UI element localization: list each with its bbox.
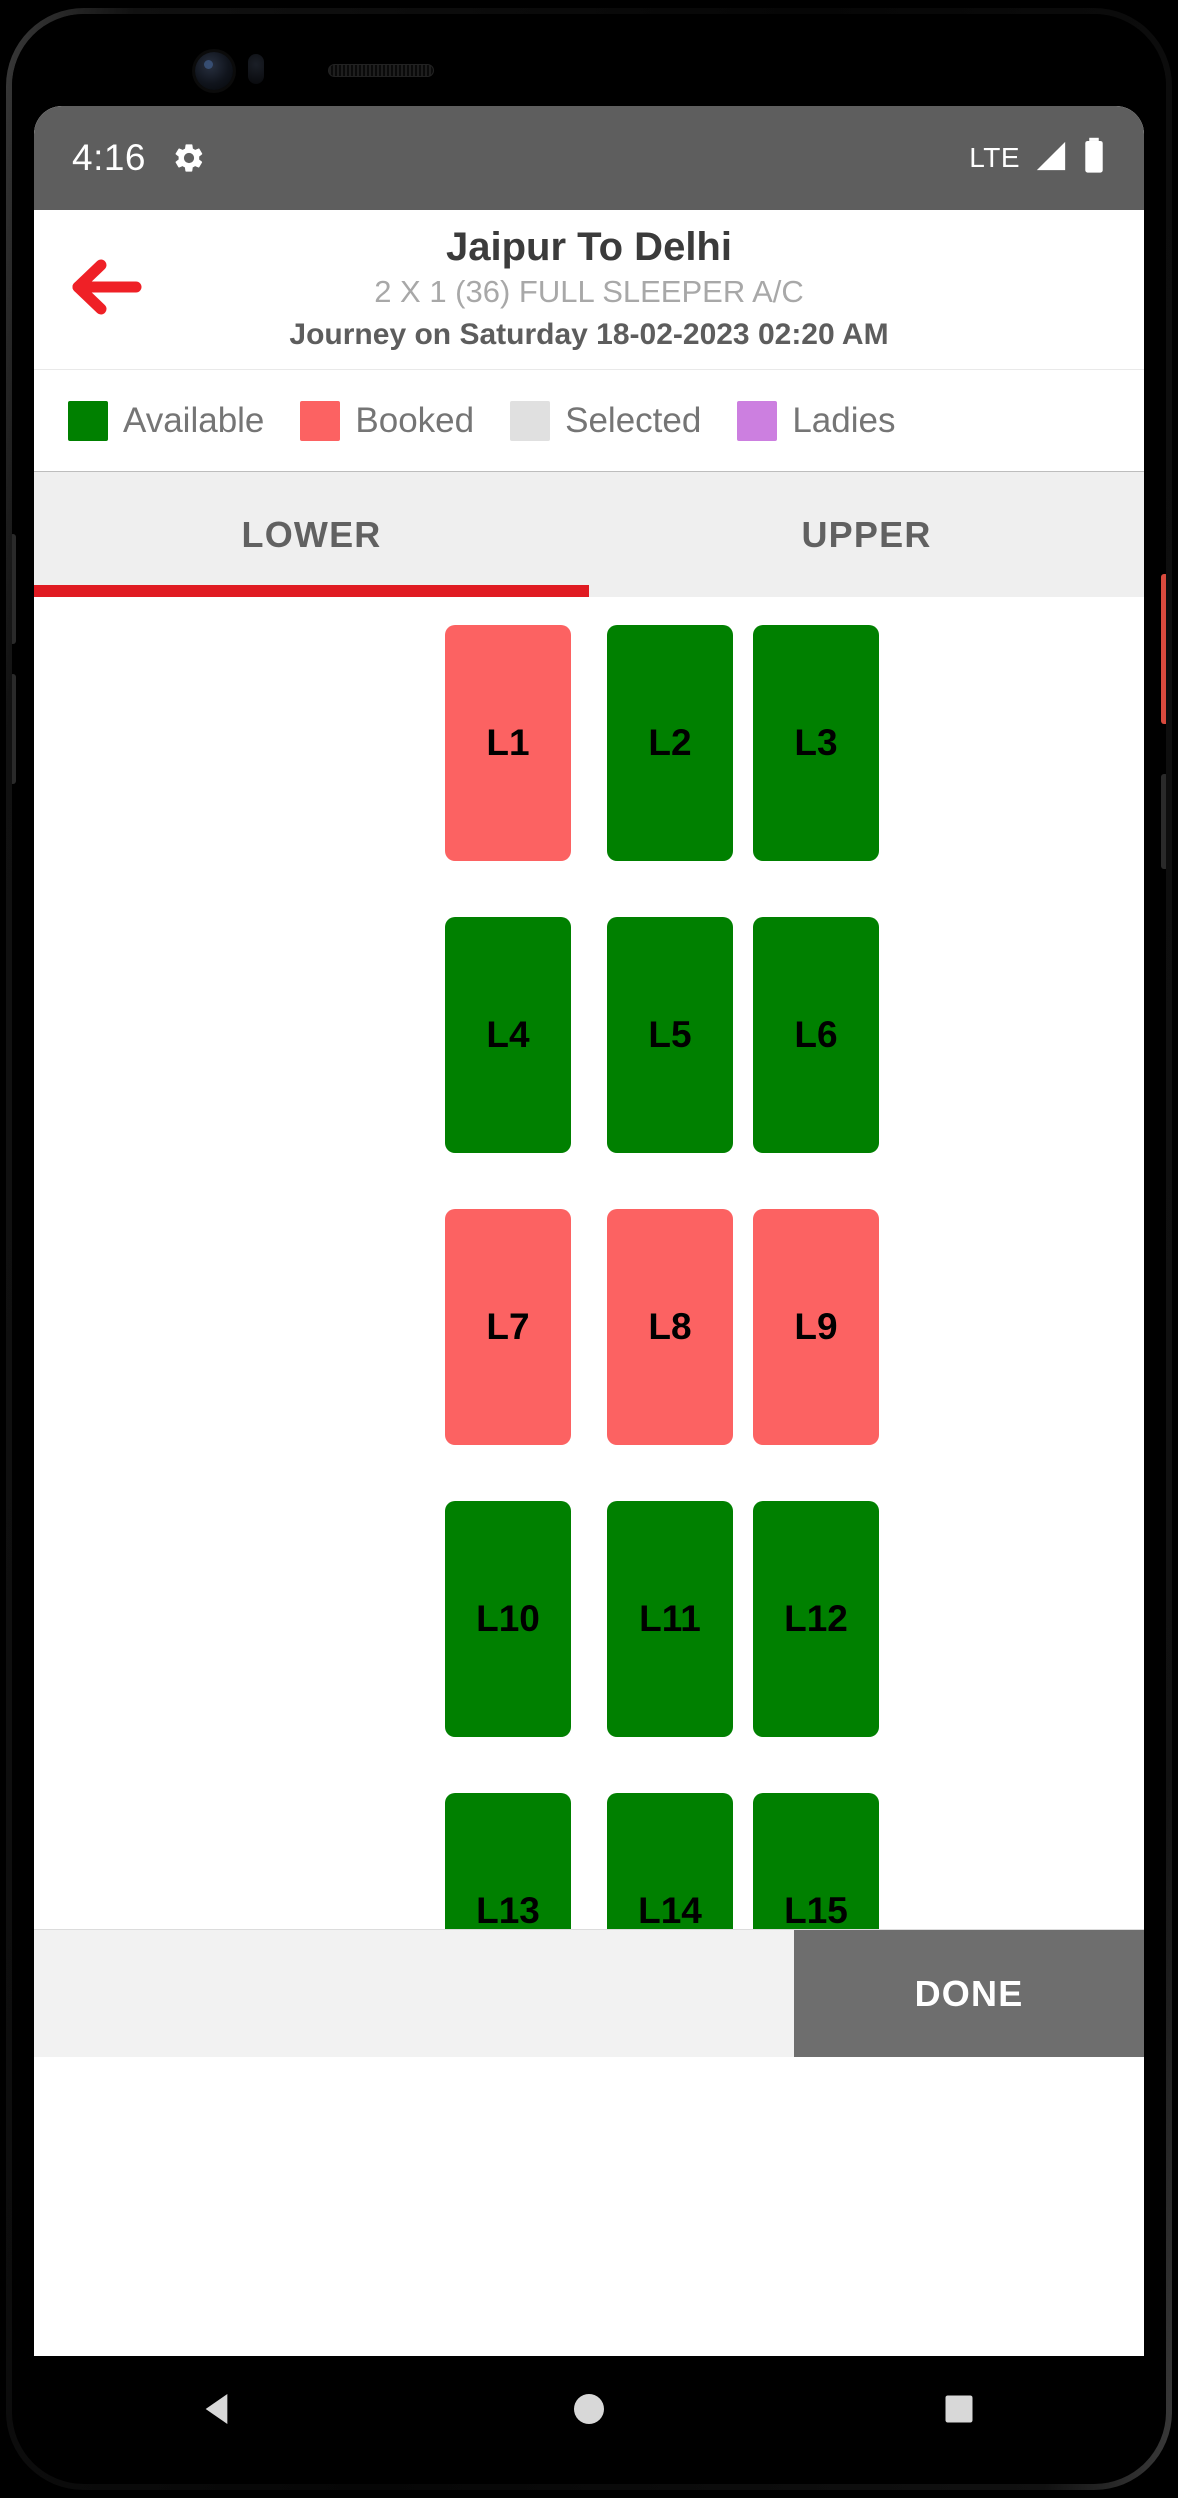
legend-label-ladies: Ladies <box>792 400 896 440</box>
seat-L6[interactable]: L6 <box>753 917 879 1153</box>
nav-recents-button[interactable] <box>899 2381 1019 2441</box>
signal-bars-icon <box>1032 139 1070 178</box>
seat-column-left: L4 <box>34 917 589 1153</box>
app-header: Jaipur To Delhi 2 X 1 (36) FULL SLEEPER … <box>34 210 1144 370</box>
phone-frame: 4:16 LTE Jaipur To Delhi 2 X 1 (36) FULL… <box>6 8 1172 2490</box>
journey-info-label: Journey on Saturday 18-02-2023 02:20 AM <box>289 318 889 352</box>
legend-item-ladies: Ladies <box>737 400 896 441</box>
status-bar-left: 4:16 <box>72 137 206 179</box>
app-screen: 4:16 LTE Jaipur To Delhi 2 X 1 (36) FULL… <box>34 106 1144 2356</box>
bus-type-label: 2 X 1 (36) FULL SLEEPER A/C <box>374 274 804 309</box>
network-type-label: LTE <box>969 142 1020 173</box>
seat-legend: Available Booked Selected Ladies <box>34 370 1144 472</box>
seat-column-right: L8 L9 <box>589 1209 1144 1445</box>
tab-active-indicator <box>34 585 589 597</box>
status-clock: 4:16 <box>72 137 147 178</box>
header-title-block: Jaipur To Delhi 2 X 1 (36) FULL SLEEPER … <box>34 225 1144 354</box>
back-button[interactable] <box>62 247 148 333</box>
seat-L1[interactable]: L1 <box>445 625 571 861</box>
legend-swatch-booked <box>300 400 341 441</box>
legend-swatch-available <box>68 400 108 441</box>
nav-home-button[interactable] <box>529 2381 649 2441</box>
proximity-sensor-icon <box>248 54 264 84</box>
circle-home-icon <box>569 2389 609 2434</box>
seat-column-right: L11 L12 <box>589 1501 1144 1737</box>
page-title: Jaipur To Delhi <box>446 225 732 270</box>
seat-L2[interactable]: L2 <box>607 625 733 861</box>
phone-screen-housing: 4:16 LTE Jaipur To Delhi 2 X 1 (36) FULL… <box>12 14 1166 2484</box>
seat-L4[interactable]: L4 <box>445 917 571 1153</box>
triangle-back-icon <box>199 2389 239 2434</box>
volume-button[interactable] <box>1161 574 1166 724</box>
tab-upper[interactable]: UPPER <box>589 472 1144 597</box>
legend-label-available: Available <box>123 400 265 440</box>
seat-column-left: L10 <box>34 1501 589 1737</box>
android-nav-bar <box>34 2356 1144 2466</box>
seat-column-right: L5 L6 <box>589 917 1144 1153</box>
legend-item-selected: Selected <box>510 400 702 441</box>
legend-swatch-ladies <box>737 400 778 441</box>
seat-L9[interactable]: L9 <box>753 1209 879 1445</box>
done-button[interactable]: DONE <box>794 1930 1144 2057</box>
seat-L12[interactable]: L12 <box>753 1501 879 1737</box>
tab-lower[interactable]: LOWER <box>34 472 589 597</box>
earpiece-speaker <box>328 64 434 77</box>
seat-row: L7 L8 L9 <box>34 1181 1144 1473</box>
legend-label-selected: Selected <box>565 400 702 440</box>
front-camera-icon <box>195 52 233 90</box>
square-recents-icon <box>941 2391 977 2432</box>
legend-swatch-selected <box>510 400 551 441</box>
legend-item-available: Available <box>68 400 265 441</box>
seat-row: L4 L5 L6 <box>34 889 1144 1181</box>
legend-label-booked: Booked <box>355 400 475 440</box>
seat-column-left: L7 <box>34 1209 589 1445</box>
seat-L11[interactable]: L11 <box>607 1501 733 1737</box>
seat-L10[interactable]: L10 <box>445 1501 571 1737</box>
status-bar: 4:16 LTE <box>34 106 1144 210</box>
nav-back-button[interactable] <box>159 2381 279 2441</box>
seat-column-right: L2 L3 <box>589 625 1144 861</box>
seat-L8[interactable]: L8 <box>607 1209 733 1445</box>
legend-item-booked: Booked <box>300 400 475 441</box>
notch-area <box>12 14 1166 106</box>
gear-icon[interactable] <box>172 141 206 175</box>
seat-column-left: L1 <box>34 625 589 861</box>
bottom-action-bar: DONE <box>34 1929 1144 2057</box>
battery-icon <box>1082 137 1106 180</box>
side-button-lower[interactable] <box>12 674 16 784</box>
seat-row: L10 L11 L12 <box>34 1473 1144 1765</box>
power-button[interactable] <box>1161 774 1166 869</box>
seat-L3[interactable]: L3 <box>753 625 879 861</box>
seat-L7[interactable]: L7 <box>445 1209 571 1445</box>
side-button-upper[interactable] <box>12 534 16 644</box>
seat-row: L1 L2 L3 <box>34 597 1144 889</box>
deck-tab-bar: LOWER UPPER <box>34 472 1144 597</box>
status-bar-right: LTE <box>969 137 1106 180</box>
fare-summary <box>34 1930 794 2057</box>
seat-map: L1 L2 L3 L4 L5 L6 L7 L8 L9 L10 L11 L12 L… <box>34 597 1144 2057</box>
seat-L5[interactable]: L5 <box>607 917 733 1153</box>
arrow-left-icon <box>68 258 142 321</box>
